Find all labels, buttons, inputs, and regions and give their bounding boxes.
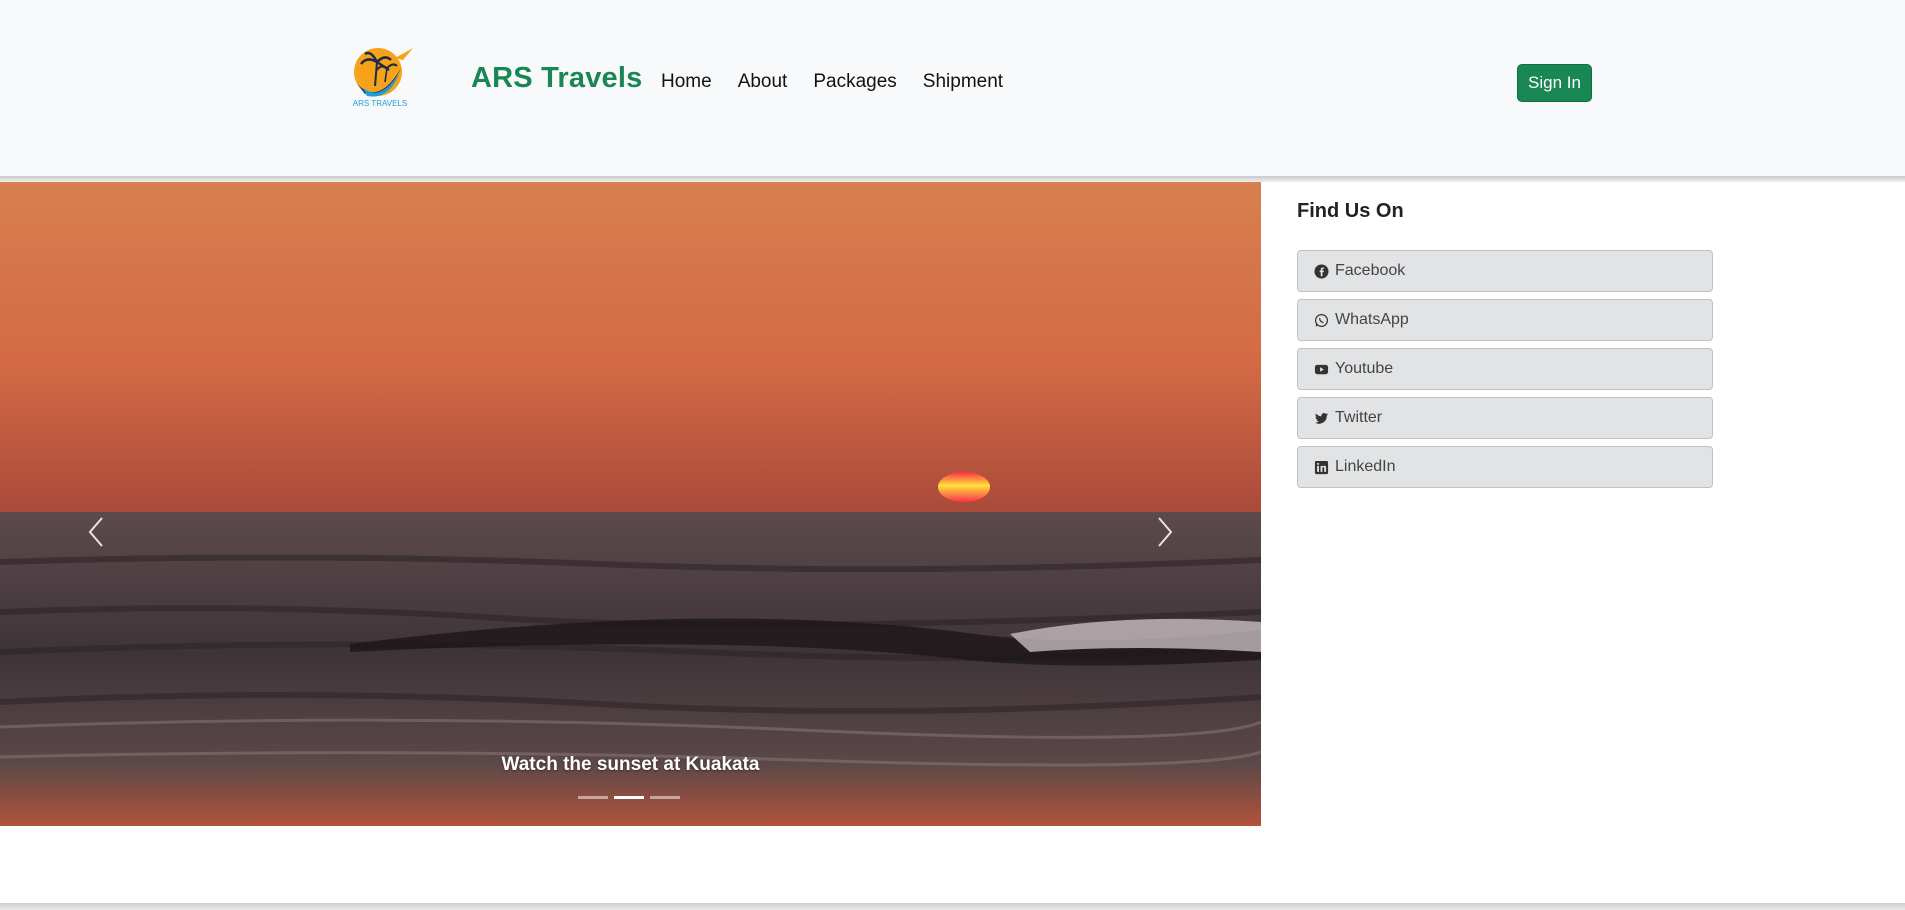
footer-divider — [0, 903, 1905, 910]
social-link-linkedin[interactable]: LinkedIn — [1297, 446, 1713, 488]
main-nav: Home About Packages Shipment — [661, 71, 1029, 93]
chevron-right-icon — [1158, 517, 1173, 547]
logo-text: ARS TRAVELS — [353, 99, 407, 108]
social-label-facebook: Facebook — [1335, 262, 1406, 279]
carousel-caption: Watch the sunset at Kuakata — [501, 754, 760, 775]
carousel-indicator-1[interactable] — [578, 796, 608, 799]
facebook-icon — [1314, 263, 1329, 279]
social-sidebar: Find Us On Facebook WhatsApp Youtube Twi… — [1297, 200, 1713, 495]
carousel-next-button[interactable] — [1135, 482, 1195, 582]
chevron-left-icon — [88, 517, 103, 547]
twitter-icon — [1314, 411, 1329, 426]
brand-name[interactable]: ARS Travels — [471, 62, 642, 95]
carousel-indicator-2[interactable] — [614, 796, 644, 799]
social-label-youtube: Youtube — [1335, 360, 1394, 377]
nav-home[interactable]: Home — [661, 71, 712, 93]
brand-logo[interactable]: ARS TRAVELS — [345, 44, 415, 108]
youtube-icon — [1314, 362, 1329, 377]
palm-logo-icon: ARS TRAVELS — [353, 48, 413, 108]
carousel-prev-button[interactable] — [66, 482, 126, 582]
linkedin-icon — [1314, 460, 1329, 475]
social-label-twitter: Twitter — [1335, 409, 1383, 426]
social-link-facebook[interactable]: Facebook — [1297, 250, 1713, 292]
social-label-linkedin: LinkedIn — [1335, 458, 1396, 475]
social-link-youtube[interactable]: Youtube — [1297, 348, 1713, 390]
social-label-whatsapp: WhatsApp — [1335, 311, 1409, 328]
social-link-twitter[interactable]: Twitter — [1297, 397, 1713, 439]
whatsapp-icon — [1314, 313, 1329, 328]
nav-about[interactable]: About — [738, 71, 788, 93]
social-title: Find Us On — [1297, 200, 1404, 222]
nav-shipment[interactable]: Shipment — [923, 71, 1003, 93]
sign-in-button[interactable]: Sign In — [1517, 64, 1592, 102]
carousel-indicator-3[interactable] — [650, 796, 680, 799]
sunset-image — [0, 182, 1261, 826]
navbar: ARS TRAVELS ARS Travels Home About Packa… — [0, 0, 1905, 176]
hero-carousel[interactable]: Watch the sunset at Kuakata — [0, 182, 1261, 826]
carousel-indicators — [578, 796, 680, 799]
nav-packages[interactable]: Packages — [813, 71, 896, 93]
social-link-whatsapp[interactable]: WhatsApp — [1297, 299, 1713, 341]
